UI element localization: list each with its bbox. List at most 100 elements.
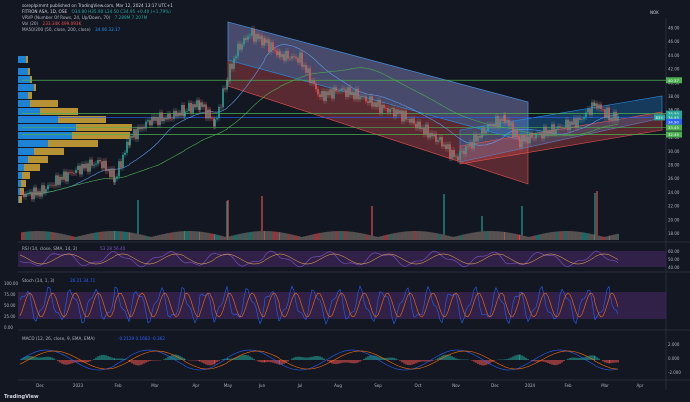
- candle-body: [555, 128, 557, 134]
- volume-bar: [257, 231, 259, 240]
- candle-body: [37, 191, 39, 196]
- volume-bar: [598, 235, 600, 240]
- macd-histogram-bar: [199, 360, 201, 362]
- rsi-values: 53.28 56.40: [100, 246, 126, 251]
- volume-profile-down-bar: [34, 84, 36, 91]
- candle-body: [473, 134, 475, 149]
- candle-body: [261, 35, 263, 46]
- volume-bar: [145, 235, 147, 240]
- candle-body: [355, 88, 357, 100]
- volume-bar: [604, 236, 606, 240]
- candle-body: [459, 151, 461, 161]
- macd-histogram-bar: [139, 360, 141, 366]
- chart-canvas[interactable]: 48.0046.0044.0042.0040.0038.0036.0034.00…: [0, 0, 690, 402]
- volume-bar: [606, 236, 608, 240]
- macd-histogram-bar: [413, 360, 415, 365]
- volume-bar: [596, 191, 598, 240]
- candle-body: [547, 130, 549, 136]
- macd-histogram-bar: [609, 360, 611, 364]
- candle-body: [615, 111, 617, 121]
- volume-bar: [602, 236, 604, 240]
- macd-histogram-bar: [107, 356, 109, 360]
- macd-legend[interactable]: MACD (12, 26, close, 9, EMA, EMA): [22, 336, 95, 341]
- macd-histogram-bar: [351, 360, 353, 364]
- volume-bar: [295, 235, 297, 240]
- time-axis[interactable]: Dec 2023 Feb Mar Apr May Jun Jul Aug Sep Oct Nov Dec…: [36, 383, 644, 388]
- price-tick-label: 38.00: [668, 94, 680, 99]
- candle-body: [377, 99, 379, 108]
- macd-histogram-bar: [613, 360, 615, 363]
- volume-bar: [361, 233, 363, 240]
- volume-bar: [561, 231, 563, 240]
- macd-histogram-bar: [335, 360, 337, 365]
- volume-bar: [53, 232, 55, 240]
- candle-body: [497, 116, 499, 128]
- volume-profile-down-bar: [26, 56, 28, 63]
- time-tick-label: Dec: [36, 383, 44, 388]
- volume-bar: [405, 231, 407, 240]
- macd-histogram-bar: [319, 356, 321, 360]
- volume-bar: [249, 232, 251, 240]
- volume-bar: [375, 236, 377, 240]
- candle-body: [577, 117, 579, 128]
- candle-body: [453, 150, 455, 157]
- volume-bar: [577, 231, 579, 240]
- volume-bar: [307, 235, 309, 240]
- volume-bar: [283, 232, 285, 240]
- volume-bar: [266, 231, 268, 240]
- candle-body: [67, 172, 69, 182]
- candle-body: [479, 135, 481, 138]
- stoch-legend[interactable]: Stoch (14, 1, 3): [22, 278, 55, 283]
- candle-body: [399, 110, 401, 114]
- volume-bar: [427, 231, 429, 240]
- price-tick-label: 20.00: [668, 217, 680, 222]
- time-tick-label: Aug: [334, 383, 342, 388]
- macd-histogram-bar: [345, 360, 347, 363]
- macd-histogram-bar: [501, 359, 503, 360]
- macd-histogram-bar: [508, 358, 510, 360]
- candle-body: [192, 104, 194, 113]
- macd-histogram-bar: [347, 360, 349, 363]
- macd-histogram-bar: [596, 357, 598, 360]
- candle-body: [111, 168, 113, 177]
- volume-profile-up-bar: [18, 84, 34, 91]
- macd-histogram-bar: [606, 360, 608, 364]
- candle-body: [373, 102, 375, 107]
- rsi-legend[interactable]: RSI (14, close, SMA, 14, 2): [22, 246, 78, 251]
- volume-bar: [186, 231, 188, 240]
- candle-body: [331, 89, 333, 99]
- macd-histogram-bar: [611, 360, 613, 363]
- candle-body: [489, 124, 491, 127]
- volume-bar: [29, 231, 31, 240]
- candle-body: [596, 103, 598, 109]
- candle-body: [465, 146, 467, 155]
- candle-body: [395, 109, 397, 117]
- volume-bar: [37, 231, 39, 240]
- volume-profile-up-bar: [18, 196, 19, 203]
- macd-histogram-bar: [57, 360, 59, 362]
- macd-histogram-bar: [365, 357, 367, 360]
- candle-body: [239, 43, 241, 50]
- volume-bar: [617, 233, 619, 240]
- volume-bar: [363, 233, 365, 240]
- macd-histogram-bar: [519, 354, 521, 360]
- macd-histogram-bar: [245, 354, 247, 360]
- candle-body: [417, 121, 419, 129]
- price-tick-label: 42.00: [668, 67, 680, 72]
- macd-histogram-bar: [201, 360, 203, 363]
- volume-bar: [268, 231, 270, 240]
- volume-bar: [203, 232, 205, 240]
- volume-bar: [103, 231, 105, 240]
- candle-body: [313, 80, 315, 84]
- candle-body: [391, 107, 393, 109]
- candle-body: [264, 38, 266, 43]
- volume-bar: [581, 232, 583, 240]
- candle-body: [247, 36, 249, 40]
- macd-histogram-bar: [535, 360, 537, 362]
- candle-body: [107, 169, 109, 172]
- volume-bar: [512, 233, 514, 240]
- candle-body: [481, 128, 483, 138]
- volume-bar: [535, 235, 537, 240]
- macd-histogram-bar: [367, 356, 369, 360]
- volume-bar: [253, 231, 255, 240]
